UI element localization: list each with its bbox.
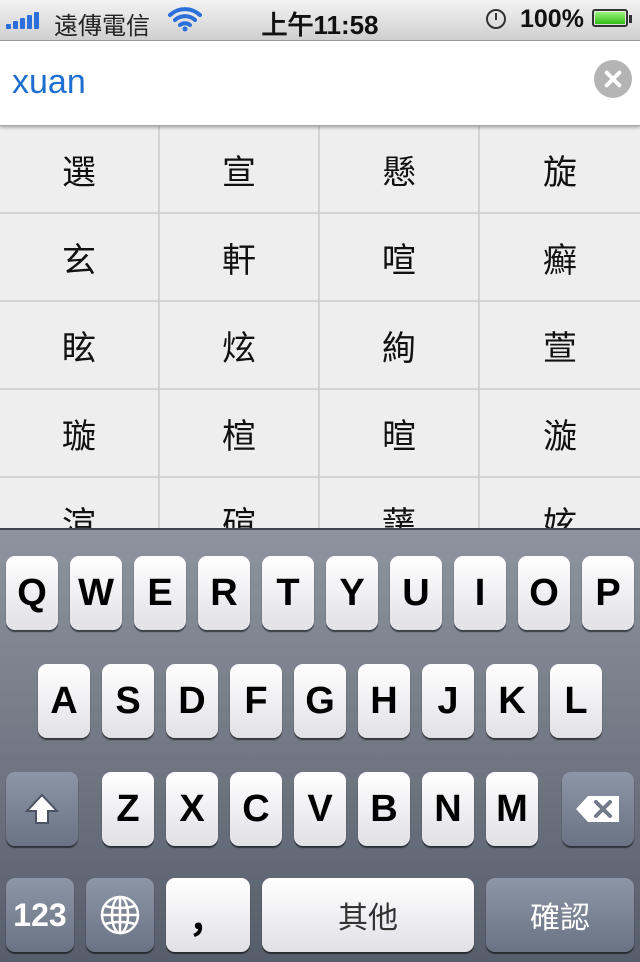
comma-key-label: ，	[188, 898, 227, 941]
candidate-cell[interactable]: 絢	[320, 302, 480, 390]
candidate-cell[interactable]: 楦	[160, 390, 320, 478]
status-bar: 遠傳電信 上午11:58 100%	[0, 0, 640, 41]
space-key-label: 其他	[338, 901, 398, 936]
key-l[interactable]: L	[550, 664, 602, 738]
candidate-cell[interactable]: 眩	[0, 302, 160, 390]
key-a[interactable]: A	[38, 664, 90, 738]
battery-icon	[592, 9, 632, 27]
delete-key[interactable]	[562, 772, 634, 846]
key-k[interactable]: K	[486, 664, 538, 738]
space-key[interactable]: 其他	[262, 878, 474, 952]
key-i[interactable]: I	[454, 556, 506, 630]
confirm-key-label: 確認	[530, 901, 590, 936]
key-o[interactable]: O	[518, 556, 570, 630]
key-n[interactable]: N	[422, 772, 474, 846]
candidate-cell[interactable]: 蘐	[320, 478, 480, 528]
candidate-cell[interactable]: 炫	[160, 302, 320, 390]
candidate-cell[interactable]: 選	[0, 126, 160, 214]
shift-arrow-icon	[24, 793, 60, 824]
candidate-cell[interactable]: 玄	[0, 214, 160, 302]
alarm-clock-icon	[486, 9, 506, 29]
candidate-cell[interactable]: 癬	[480, 214, 640, 302]
key-u[interactable]: U	[390, 556, 442, 630]
key-d[interactable]: D	[166, 664, 218, 738]
candidate-cell[interactable]: 碹	[160, 478, 320, 528]
key-c[interactable]: C	[230, 772, 282, 846]
key-q[interactable]: Q	[6, 556, 58, 630]
key-j[interactable]: J	[422, 664, 474, 738]
keyboard: 123 ， 其他 確認 QWERTYUIOP ASDFGHJKL ZXCVBNM	[0, 528, 640, 962]
key-p[interactable]: P	[582, 556, 634, 630]
globe-icon	[100, 895, 140, 935]
confirm-key[interactable]: 確認	[486, 878, 634, 952]
candidate-cell[interactable]: 軒	[160, 214, 320, 302]
shift-key[interactable]	[6, 772, 78, 846]
candidate-cell[interactable]: 喧	[320, 214, 480, 302]
candidate-cell[interactable]: 宣	[160, 126, 320, 214]
globe-key[interactable]	[86, 878, 154, 952]
key-s[interactable]: S	[102, 664, 154, 738]
key-r[interactable]: R	[198, 556, 250, 630]
key-b[interactable]: B	[358, 772, 410, 846]
key-x[interactable]: X	[166, 772, 218, 846]
key-g[interactable]: G	[294, 664, 346, 738]
numbers-key[interactable]: 123	[6, 878, 74, 952]
candidate-cell[interactable]: 璇	[0, 390, 160, 478]
key-t[interactable]: T	[262, 556, 314, 630]
candidate-cell[interactable]: 懸	[320, 126, 480, 214]
key-m[interactable]: M	[486, 772, 538, 846]
candidate-list[interactable]: 選宣懸旋玄軒喧癬眩炫絢萱璇楦暄漩渲碹蘐妶	[0, 126, 640, 528]
pinyin-input-text[interactable]: xuan	[12, 63, 86, 102]
candidate-cell[interactable]: 暄	[320, 390, 480, 478]
composition-bar: xuan	[0, 41, 640, 126]
candidate-cell[interactable]: 妶	[480, 478, 640, 528]
battery-percent: 100%	[520, 5, 584, 33]
key-v[interactable]: V	[294, 772, 346, 846]
candidate-cell[interactable]: 旋	[480, 126, 640, 214]
candidate-cell[interactable]: 萱	[480, 302, 640, 390]
key-z[interactable]: Z	[102, 772, 154, 846]
numbers-key-label: 123	[13, 896, 67, 933]
candidate-grid: 選宣懸旋玄軒喧癬眩炫絢萱璇楦暄漩渲碹蘐妶	[0, 126, 640, 528]
candidate-cell[interactable]: 渲	[0, 478, 160, 528]
key-y[interactable]: Y	[326, 556, 378, 630]
comma-key[interactable]: ，	[166, 878, 250, 952]
key-w[interactable]: W	[70, 556, 122, 630]
clear-input-button[interactable]	[594, 60, 632, 98]
backspace-icon	[576, 796, 619, 822]
key-h[interactable]: H	[358, 664, 410, 738]
key-f[interactable]: F	[230, 664, 282, 738]
candidate-cell[interactable]: 漩	[480, 390, 640, 478]
key-e[interactable]: E	[134, 556, 186, 630]
